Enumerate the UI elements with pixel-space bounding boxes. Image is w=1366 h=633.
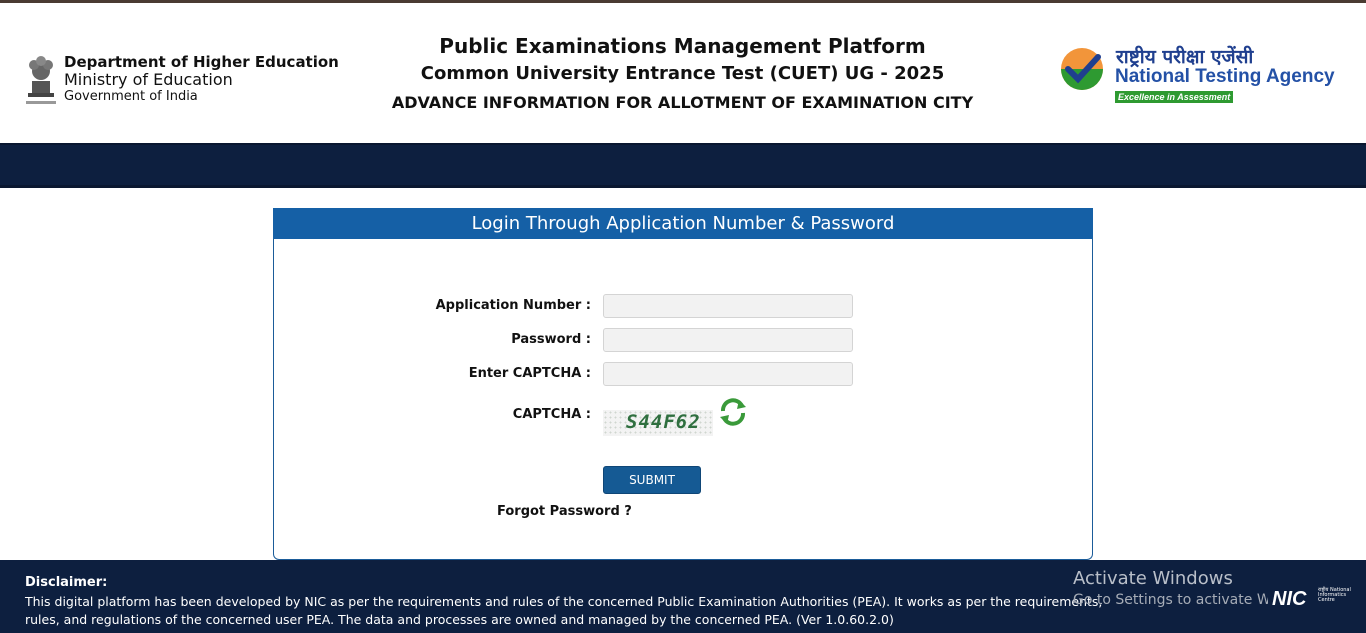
platform-title: Public Examinations Management Platform bbox=[439, 34, 926, 58]
application-number-label: Application Number : bbox=[435, 298, 591, 313]
disclaimer-title: Disclaimer: bbox=[25, 575, 108, 590]
captcha-text: S44F62 bbox=[626, 411, 701, 433]
activate-windows-title: Activate Windows bbox=[1073, 568, 1233, 589]
application-number-row: Application Number : bbox=[273, 294, 1093, 320]
government-name: Government of India bbox=[64, 89, 198, 104]
captcha-input-label: Enter CAPTCHA : bbox=[468, 366, 591, 381]
site-header: Department of Higher Education Ministry … bbox=[0, 3, 1366, 143]
nta-tagline: Excellence in Assessment bbox=[1115, 91, 1234, 103]
department-block: Department of Higher Education Ministry … bbox=[64, 53, 339, 105]
password-input[interactable] bbox=[603, 328, 853, 352]
page-titles: Public Examinations Management Platform … bbox=[340, 33, 1025, 117]
nta-logo-icon bbox=[1061, 48, 1103, 90]
captcha-input[interactable] bbox=[603, 362, 853, 386]
forgot-password-link[interactable]: Forgot Password ? bbox=[497, 504, 632, 519]
page-title: ADVANCE INFORMATION FOR ALLOTMENT OF EXA… bbox=[391, 93, 974, 112]
nav-bar bbox=[0, 143, 1366, 188]
login-panel-heading: Login Through Application Number & Passw… bbox=[273, 208, 1093, 239]
captcha-input-row: Enter CAPTCHA : bbox=[273, 362, 1093, 388]
captcha-label: CAPTCHA : bbox=[512, 407, 591, 422]
activate-windows-subtitle: Go to Settings to activate Windows. bbox=[1073, 592, 1268, 608]
exam-title: Common University Entrance Test (CUET) U… bbox=[420, 63, 945, 84]
disclaimer-text: This digital platform has been developed… bbox=[25, 594, 1103, 627]
refresh-captcha-icon[interactable] bbox=[717, 396, 749, 428]
password-row: Password : bbox=[273, 328, 1093, 354]
application-number-input[interactable] bbox=[603, 294, 853, 318]
password-label: Password : bbox=[511, 332, 591, 347]
nic-subtitle: राष्ट्रीय National Informatics Centre bbox=[1318, 587, 1351, 603]
ministry-name: Ministry of Education bbox=[64, 70, 233, 89]
department-name: Department of Higher Education bbox=[64, 53, 339, 71]
submit-button[interactable]: SUBMIT bbox=[603, 466, 701, 494]
nta-name: National Testing Agency bbox=[1115, 66, 1335, 87]
nic-logo: NIC bbox=[1272, 588, 1307, 610]
ashoka-emblem-icon bbox=[26, 56, 56, 104]
footer: Disclaimer: This digital platform has be… bbox=[0, 560, 1366, 633]
